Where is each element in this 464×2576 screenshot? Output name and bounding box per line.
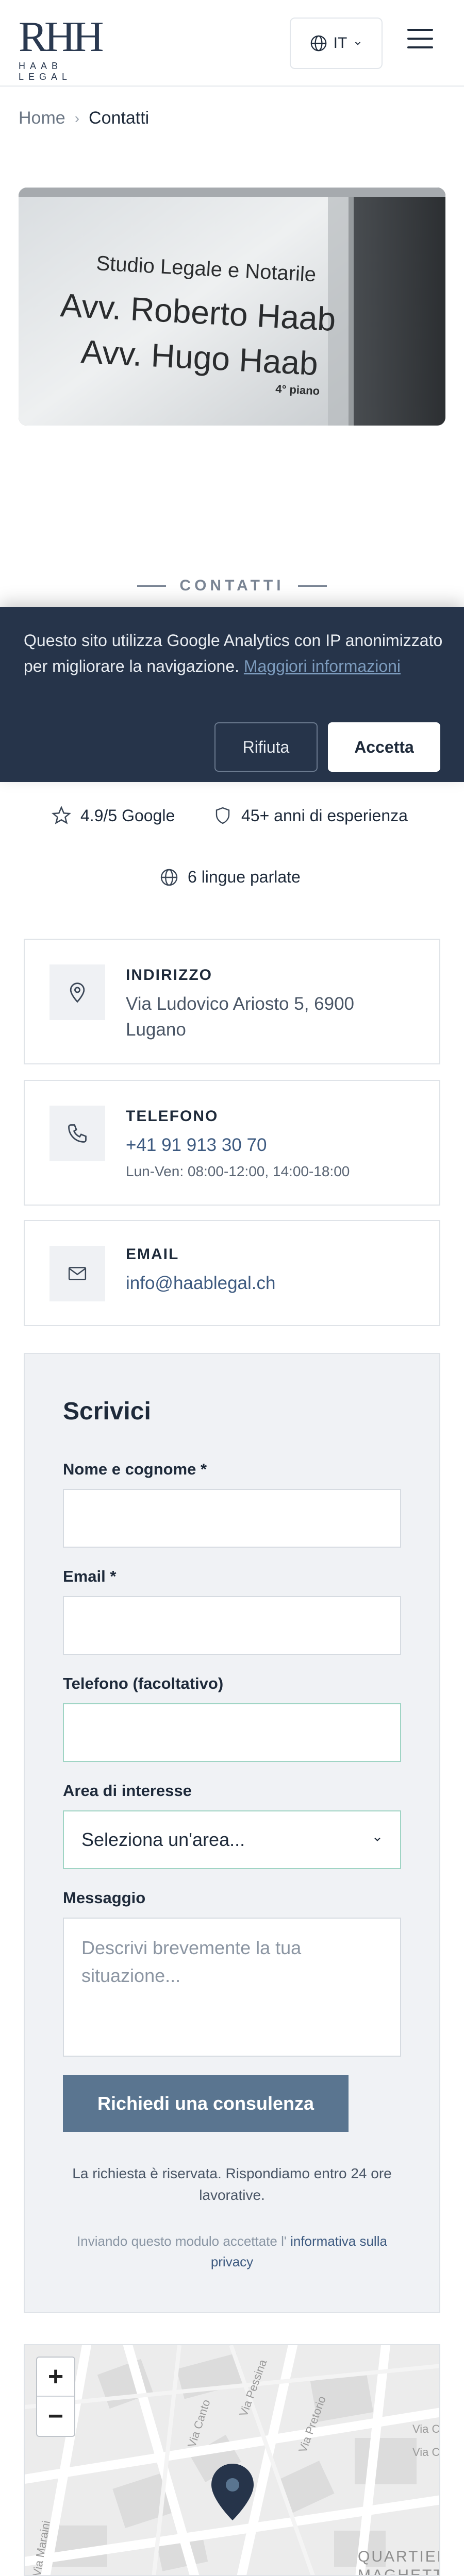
map-district-line1: QUARTIER [358, 2548, 439, 2565]
privacy-prefix: Inviando questo modulo accettate l' [77, 2233, 287, 2249]
phone-link[interactable]: +41 91 913 30 70 [126, 1132, 267, 1158]
phone-hours: Lun-Ven: 08:00-12:00, 14:00-18:00 [126, 1163, 350, 1179]
submit-button[interactable]: Richiedi una consulenza [63, 2075, 349, 2132]
name-label: Nome e cognome * [63, 1460, 207, 1478]
cookie-more-info-link[interactable]: Maggiori informazioni [244, 657, 401, 675]
name-input[interactable] [63, 1489, 401, 1548]
breadcrumb-current: Contatti [89, 108, 150, 128]
section-heading: CONTATTI [0, 577, 464, 595]
map-street-5: Via Ce [412, 2446, 440, 2459]
zoom-in-button[interactable]: + [37, 2358, 74, 2397]
sign-floor: 4° piano [275, 382, 320, 397]
message-textarea[interactable]: Descrivi brevemente la tua situazione... [63, 1918, 401, 2057]
language-selector[interactable]: IT [290, 18, 383, 69]
form-note: La richiesta è riservata. Rispondiamo en… [72, 2165, 392, 2203]
zoom-out-button[interactable]: − [37, 2397, 74, 2436]
privacy-note: Inviando questo modulo accettate l' info… [63, 2231, 401, 2272]
chevron-right-icon: › [74, 110, 80, 126]
address-line2: Lugano [126, 1020, 186, 1040]
rating-stat: 4.9/5 Google [52, 806, 175, 825]
cookie-banner: Questo sito utilizza Google Analytics co… [0, 607, 464, 782]
logo-mark: RHH [19, 13, 104, 61]
language-label: IT [333, 35, 347, 52]
address-line1: Via Ludovico Ariosto 5, 6900 [126, 994, 355, 1014]
map-pin-icon [49, 964, 105, 1020]
logo-text: HAAB LEGAL [19, 61, 72, 82]
message-placeholder-line1: Descrivi brevemente la tua [81, 1937, 302, 1958]
shield-icon [216, 807, 230, 824]
section-label: CONTATTI [179, 577, 285, 594]
map-district-line2: MAGHETT [358, 2567, 440, 2576]
phone-label: Telefono (facoltativo) [63, 1674, 224, 1692]
email-link[interactable]: info@haablegal.ch [126, 1270, 275, 1296]
area-select[interactable]: Seleziona un'area... [63, 1810, 401, 1869]
logo[interactable]: RHH HAAB LEGAL [19, 13, 117, 82]
message-placeholder-line2: situazione... [81, 1965, 181, 1986]
address-title: INDIRIZZO [126, 967, 212, 984]
accept-cookies-button[interactable]: Accetta [328, 722, 440, 772]
area-select-value: Seleziona un'area... [81, 1829, 245, 1850]
location-map[interactable]: Via Canto Via Pessina Via Pretorio Via C… [24, 2344, 440, 2576]
experience-stat: 45+ anni di esperienza [213, 806, 408, 825]
languages-text: 6 lingue parlate [188, 868, 301, 886]
form-title: Scrivici [63, 1398, 151, 1425]
mail-icon [49, 1246, 105, 1301]
email-card: EMAIL info@haablegal.ch [24, 1220, 440, 1326]
phone-input[interactable] [63, 1703, 401, 1762]
email-title: EMAIL [126, 1246, 179, 1263]
breadcrumb-home-link[interactable]: Home [19, 108, 65, 128]
phone-title: TELEFONO [126, 1108, 219, 1125]
chevron-down-icon [374, 1837, 380, 1841]
map-zoom-controls: + − [36, 2357, 75, 2437]
experience-text: 45+ anni di esperienza [241, 806, 408, 825]
hamburger-menu-icon[interactable] [407, 29, 433, 58]
email-input[interactable] [63, 1596, 401, 1655]
area-label: Area di interesse [63, 1782, 192, 1800]
globe-icon [160, 869, 178, 886]
email-label: Email * [63, 1567, 117, 1585]
address-card: INDIRIZZO Via Ludovico Ariosto 5, 6900 L… [24, 939, 440, 1064]
site-header: RHH HAAB LEGAL IT [0, 0, 464, 87]
languages-stat: 6 lingue parlate [160, 868, 301, 887]
star-icon [52, 806, 71, 824]
cookie-text: Questo sito utilizza Google Analytics co… [24, 628, 446, 679]
phone-icon [49, 1106, 105, 1161]
reject-cookies-button[interactable]: Rifiuta [214, 722, 318, 772]
message-label: Messaggio [63, 1889, 146, 1907]
contact-form: Scrivici Nome e cognome * Email * Telefo… [24, 1353, 440, 2313]
breadcrumb: Home › Contatti [19, 108, 149, 128]
map-street-4: Via Cu [412, 2422, 440, 2435]
chevron-down-icon [355, 42, 361, 45]
rating-text: 4.9/5 Google [80, 806, 175, 825]
phone-card: TELEFONO +41 91 913 30 70 Lun-Ven: 08:00… [24, 1080, 440, 1206]
office-sign-photo: Studio Legale e Notarile Avv. Roberto Ha… [19, 188, 445, 426]
globe-icon [310, 35, 326, 52]
